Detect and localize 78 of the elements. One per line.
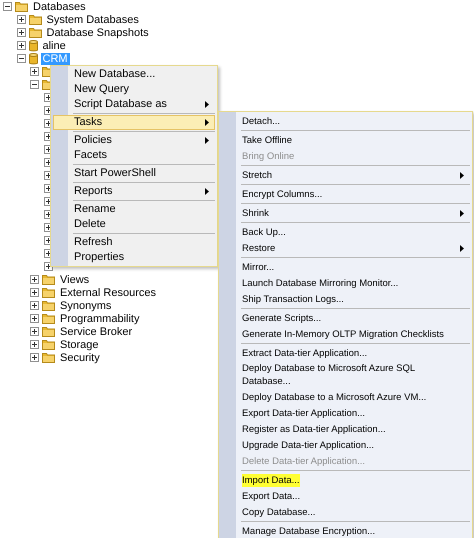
menu-item[interactable]: Launch Database Mirroring Monitor... bbox=[221, 275, 470, 291]
submenu-arrow-icon bbox=[205, 101, 209, 108]
folder-icon bbox=[42, 339, 55, 350]
expand-icon[interactable] bbox=[16, 15, 26, 24]
tree-item[interactable]: Database Snapshots bbox=[44, 26, 151, 38]
submenu-arrow-icon bbox=[205, 137, 209, 144]
menu-item[interactable]: Stretch bbox=[221, 167, 470, 183]
tree-item[interactable]: Views bbox=[58, 274, 92, 286]
menu-item[interactable]: Extract Data-tier Application... bbox=[221, 345, 470, 361]
submenu-arrow-icon bbox=[460, 172, 464, 178]
menu-item[interactable]: Deploy Database to Microsoft Azure SQL Database... bbox=[221, 361, 470, 389]
tree-item[interactable]: Programmability bbox=[58, 312, 142, 324]
menu-item[interactable]: Upgrade Data-tier Application... bbox=[221, 437, 470, 453]
database-icon bbox=[28, 52, 38, 64]
folder-icon bbox=[15, 1, 28, 12]
menu-item[interactable]: Properties bbox=[53, 250, 215, 265]
folder-icon bbox=[28, 27, 42, 38]
menu-item[interactable]: Start PowerShell bbox=[53, 166, 215, 181]
expand-icon[interactable] bbox=[30, 301, 39, 310]
expand-icon[interactable] bbox=[16, 41, 26, 50]
menu-item[interactable]: Restore bbox=[221, 240, 470, 256]
menu-item[interactable]: New Database... bbox=[53, 67, 215, 82]
submenu-arrow-icon bbox=[460, 210, 464, 216]
menu-item[interactable]: Detach... bbox=[221, 113, 470, 129]
menu-item[interactable]: New Query bbox=[53, 82, 215, 97]
menu-item[interactable]: Export Data-tier Application... bbox=[221, 405, 470, 421]
menu-item[interactable]: Generate In-Memory OLTP Migration Checklists bbox=[221, 326, 470, 342]
folder-icon bbox=[42, 287, 55, 298]
folder-icon bbox=[28, 14, 42, 25]
menu-item[interactable]: Manage Database Encryption... bbox=[221, 523, 470, 538]
menu-item[interactable]: Policies bbox=[53, 133, 215, 148]
menu-item[interactable]: Register as Data-tier Application... bbox=[221, 421, 470, 437]
collapse-icon[interactable] bbox=[16, 54, 26, 63]
menu-item[interactable]: Generate Scripts... bbox=[221, 310, 470, 326]
menu-item[interactable]: Script Database as bbox=[53, 97, 215, 112]
menu-item[interactable]: Export Data... bbox=[221, 488, 470, 504]
menu-item[interactable]: Encrypt Columns... bbox=[221, 186, 470, 202]
expand-icon[interactable] bbox=[30, 67, 39, 76]
folder-icon bbox=[42, 326, 55, 337]
expand-icon[interactable] bbox=[30, 275, 39, 284]
menu-item[interactable]: Refresh bbox=[53, 235, 215, 250]
menu-item[interactable]: Rename bbox=[53, 202, 215, 217]
expand-icon[interactable] bbox=[16, 28, 26, 37]
tree-item[interactable]: System Databases bbox=[44, 14, 141, 26]
expand-icon[interactable] bbox=[30, 327, 39, 336]
tree-item[interactable]: External Resources bbox=[58, 286, 158, 298]
submenu-arrow-icon bbox=[205, 119, 209, 126]
collapse-icon[interactable] bbox=[30, 80, 39, 89]
menu-item[interactable]: Take Offline bbox=[221, 132, 470, 148]
menu-item[interactable]: Mirror... bbox=[221, 259, 470, 275]
expand-icon[interactable] bbox=[30, 353, 39, 362]
tree-item[interactable]: Synonyms bbox=[58, 300, 114, 312]
folder-icon bbox=[42, 313, 55, 324]
submenu-arrow-icon bbox=[205, 188, 209, 195]
tree-item[interactable]: Databases bbox=[31, 0, 88, 12]
database-icon bbox=[28, 40, 38, 52]
menu-item[interactable]: Ship Transaction Logs... bbox=[221, 291, 470, 307]
menu-item[interactable]: Tasks bbox=[53, 115, 215, 130]
expand-icon[interactable] bbox=[30, 340, 39, 349]
tree-item[interactable]: Security bbox=[58, 352, 102, 364]
expand-icon[interactable] bbox=[30, 314, 39, 323]
folder-icon bbox=[42, 300, 55, 311]
menu-item[interactable]: Reports bbox=[53, 184, 215, 199]
expand-icon[interactable] bbox=[30, 288, 39, 297]
menu-item[interactable]: Back Up... bbox=[221, 224, 470, 240]
tree-item[interactable]: Service Broker bbox=[58, 326, 134, 338]
menu-item[interactable]: Deploy Database to a Microsoft Azure VM... bbox=[221, 389, 470, 405]
menu-item[interactable]: Import Data... bbox=[221, 472, 470, 488]
tree-item[interactable]: aline bbox=[40, 40, 68, 52]
menu-item[interactable]: Copy Database... bbox=[221, 504, 470, 520]
menu-item[interactable]: Shrink bbox=[221, 205, 470, 221]
folder-icon bbox=[42, 274, 55, 285]
menu-item[interactable]: Delete bbox=[53, 217, 215, 232]
tree-item[interactable]: Storage bbox=[58, 338, 101, 350]
folder-icon bbox=[42, 352, 55, 363]
submenu-arrow-icon bbox=[460, 244, 464, 252]
menu-item[interactable]: Facets bbox=[53, 148, 215, 163]
collapse-icon[interactable] bbox=[3, 2, 12, 11]
